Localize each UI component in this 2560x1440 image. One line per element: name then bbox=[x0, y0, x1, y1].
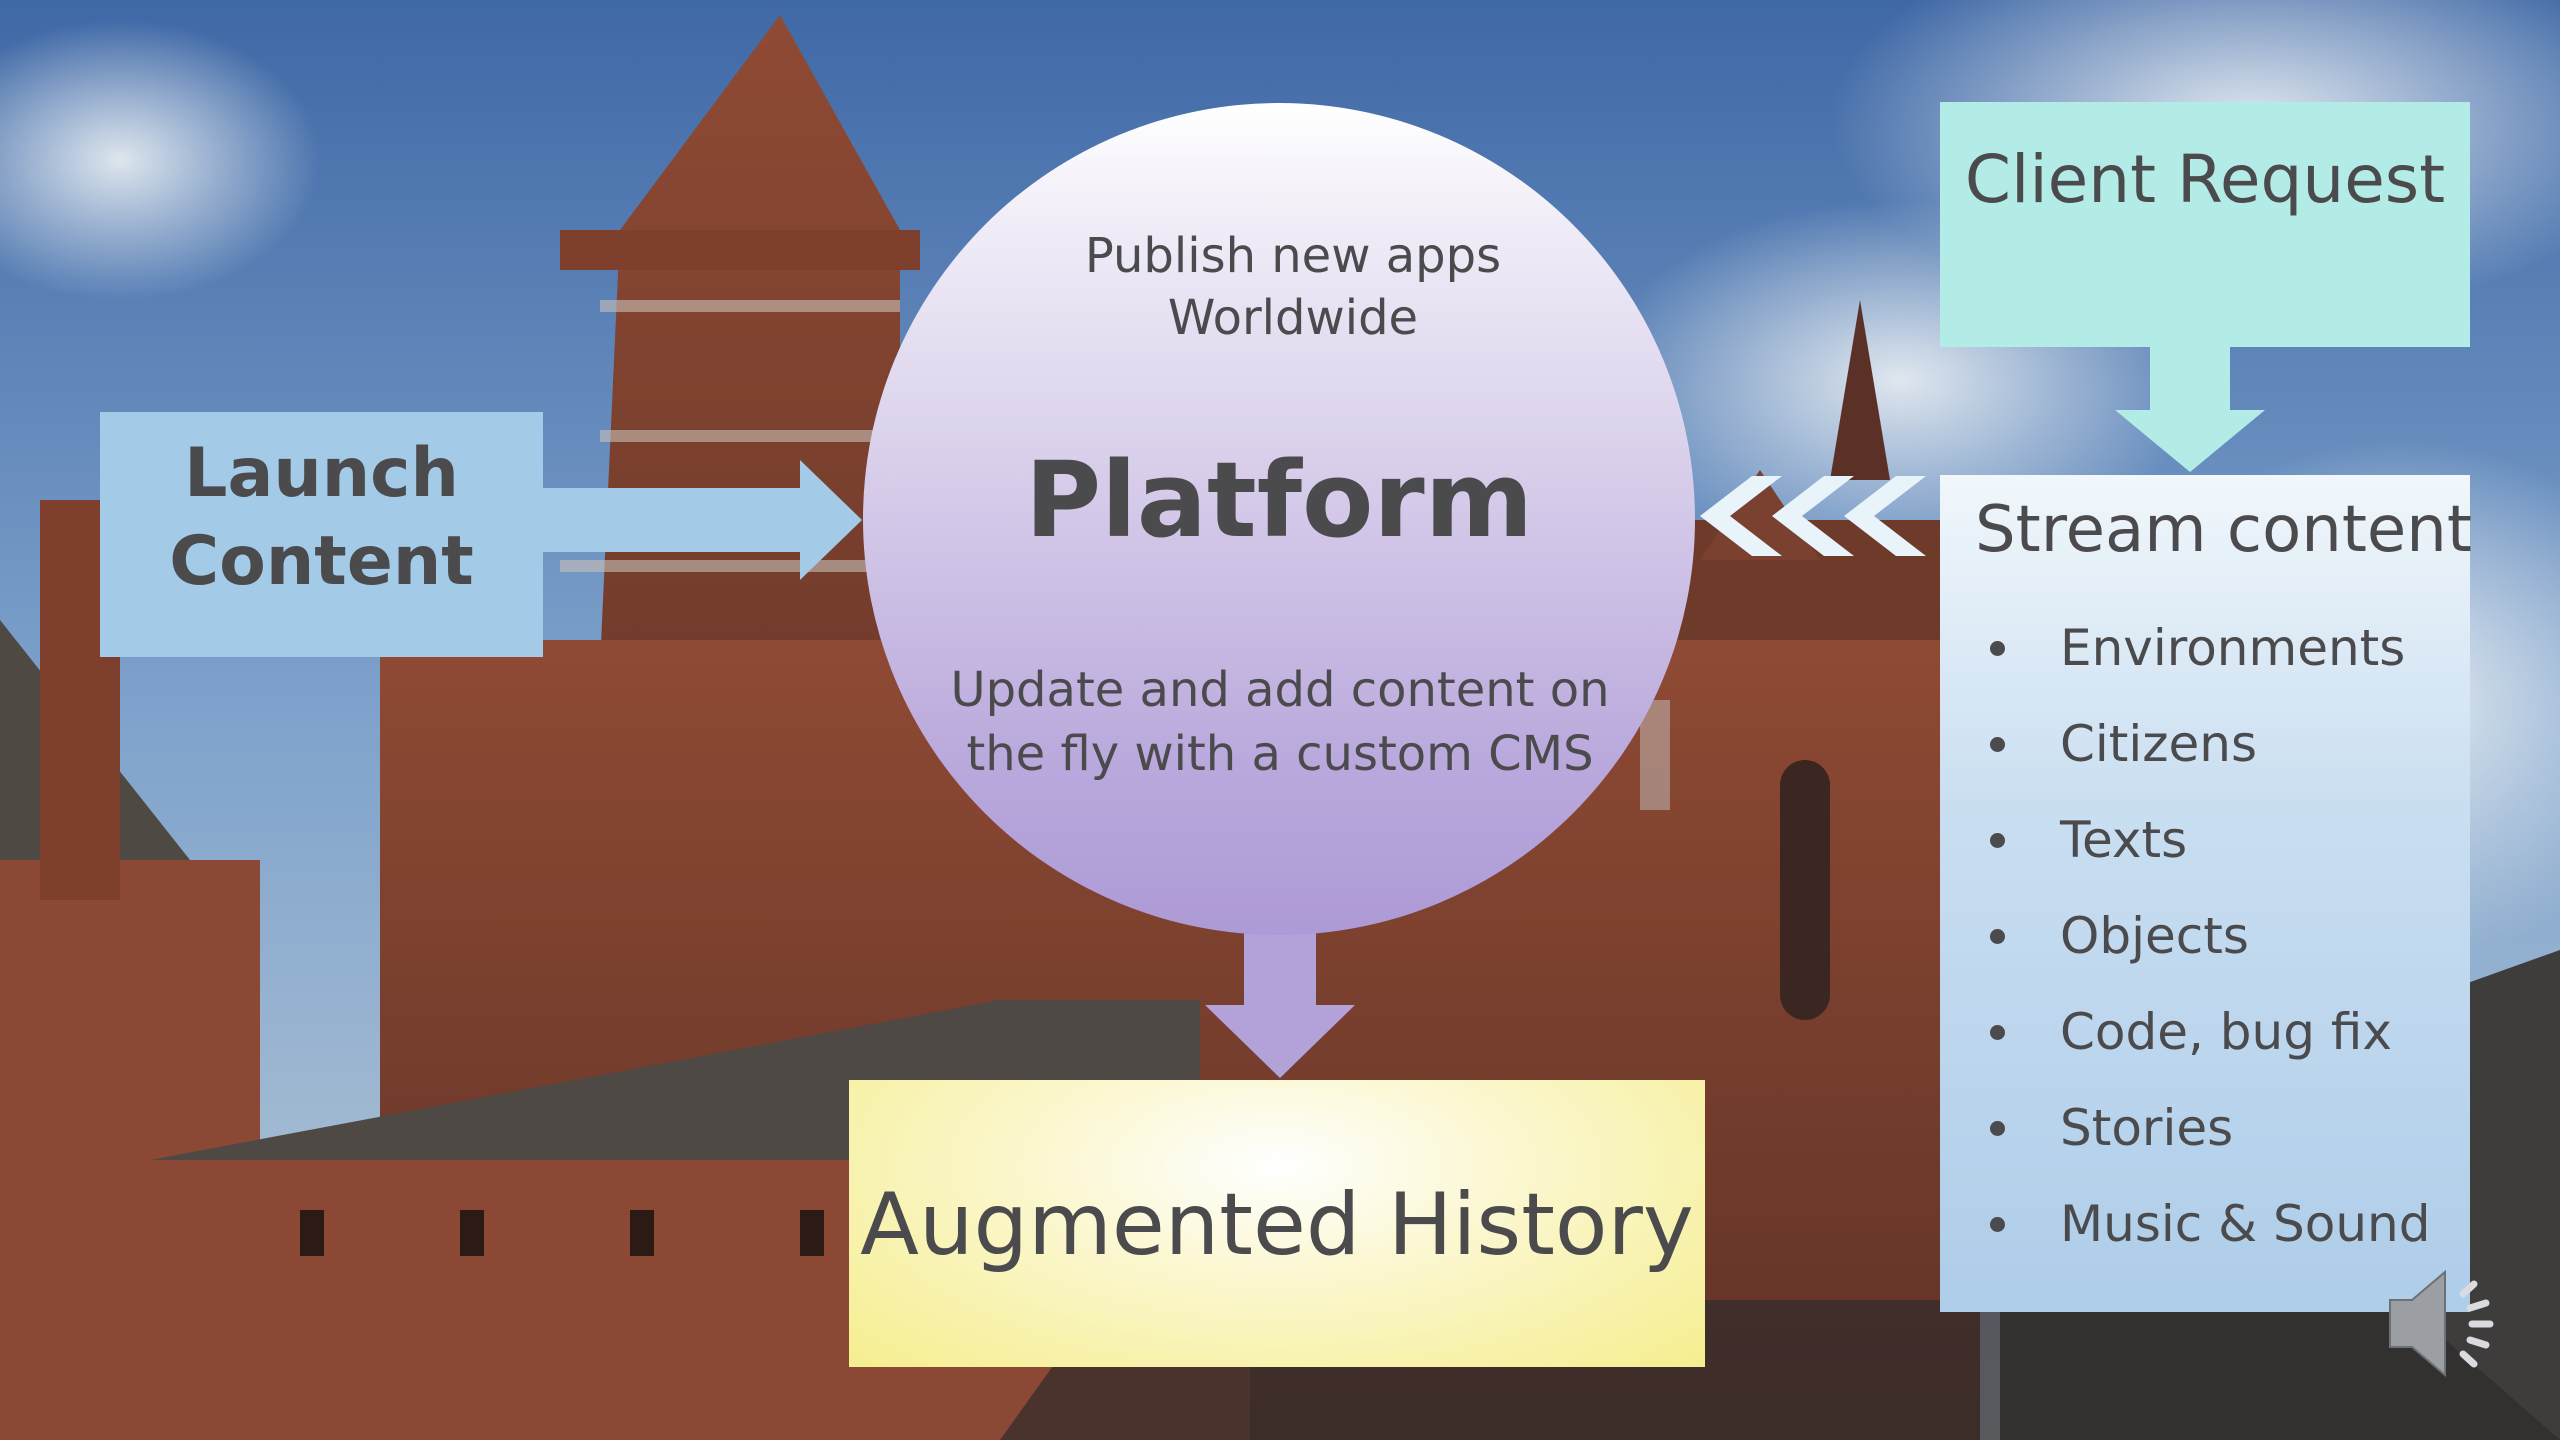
speaker-icon[interactable] bbox=[0, 0, 2560, 1440]
